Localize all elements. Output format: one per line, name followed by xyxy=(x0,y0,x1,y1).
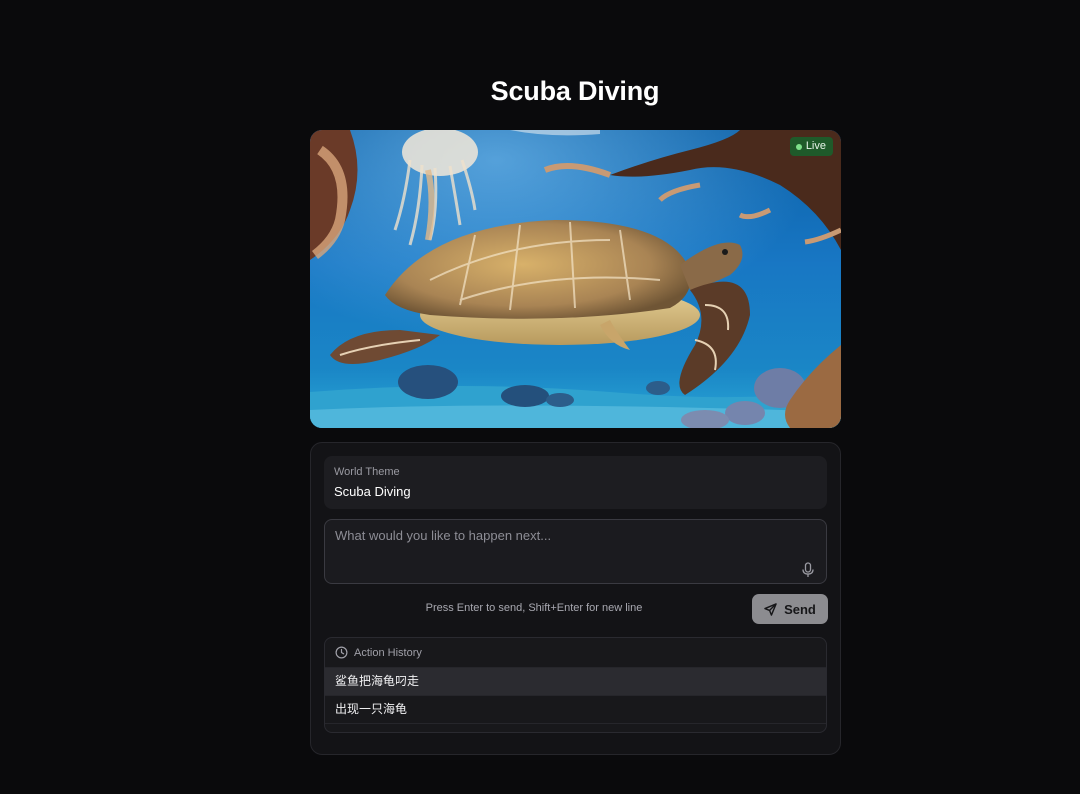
action-history-header: Action History xyxy=(325,638,826,668)
action-history: Action History 鲨鱼把海龟叼走 出现一只海龟 xyxy=(324,637,827,733)
page-title: Scuba Diving xyxy=(490,76,660,106)
live-badge: Live xyxy=(789,137,833,156)
live-dot-icon xyxy=(795,143,802,150)
send-button[interactable]: Send xyxy=(752,594,828,624)
world-theme-value: Scuba Diving xyxy=(334,484,411,499)
world-viewer[interactable]: Live xyxy=(310,130,841,428)
world-theme-box: World Theme Scuba Diving xyxy=(324,456,827,509)
action-history-title: Action History xyxy=(354,646,422,659)
send-label: Send xyxy=(784,601,816,617)
scene-image xyxy=(310,130,841,428)
microphone-icon[interactable] xyxy=(801,562,815,578)
history-item[interactable]: 鲨鱼把海龟叼走 xyxy=(325,668,826,696)
world-theme-label: World Theme xyxy=(334,466,400,478)
control-panel: World Theme Scuba Diving Press Enter to … xyxy=(310,442,841,755)
history-item[interactable]: 出现一只海龟 xyxy=(325,696,826,724)
send-hint: Press Enter to send, Shift+Enter for new… xyxy=(425,602,643,614)
send-icon xyxy=(764,602,777,616)
prompt-box xyxy=(324,519,827,584)
clock-icon xyxy=(335,646,348,659)
prompt-input[interactable] xyxy=(325,520,795,583)
live-label: Live xyxy=(805,140,826,152)
